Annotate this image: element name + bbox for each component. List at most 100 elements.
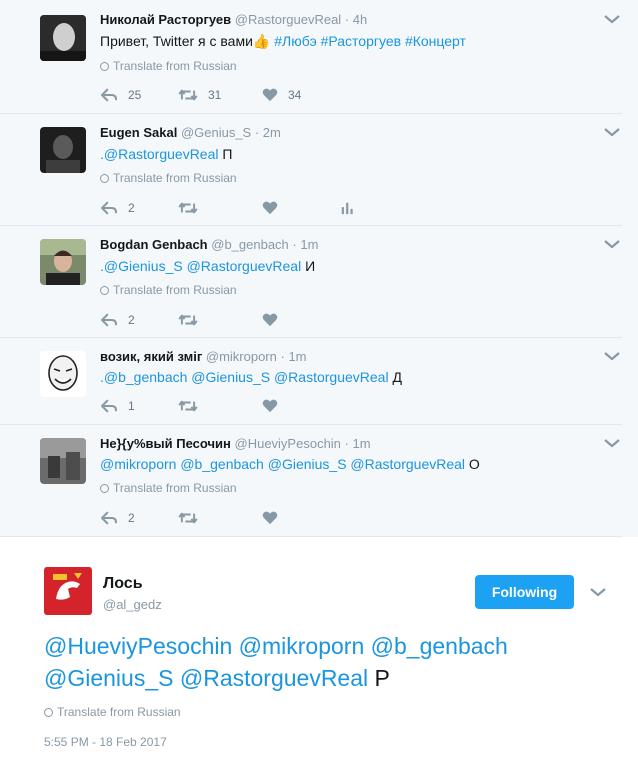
retweet-icon bbox=[178, 313, 198, 327]
translate-link[interactable]: Translate from Russian bbox=[100, 283, 237, 297]
avatar[interactable] bbox=[40, 239, 86, 285]
reply-count: 25 bbox=[128, 88, 142, 102]
tweet-text-line2: @Gienius_S @RastorguevReal Р bbox=[44, 665, 390, 692]
retweet-button[interactable]: 31 bbox=[178, 86, 221, 104]
chevron-down-icon[interactable] bbox=[602, 12, 622, 26]
display-name[interactable]: Николай Расторгуев bbox=[100, 12, 231, 27]
translate-label: Translate from Russian bbox=[113, 283, 237, 297]
stats-icon bbox=[340, 201, 354, 215]
translate-label: Translate from Russian bbox=[113, 59, 237, 73]
avatar[interactable] bbox=[40, 438, 86, 484]
display-name[interactable]: Bogdan Genbach bbox=[100, 237, 208, 252]
tweet-text-plain: П bbox=[218, 146, 233, 162]
retweet-count: 31 bbox=[208, 88, 222, 102]
globe-icon bbox=[100, 484, 109, 493]
screen-name[interactable]: @RastorguevReal bbox=[235, 12, 341, 27]
reply-icon bbox=[100, 88, 118, 102]
translate-label: Translate from Russian bbox=[113, 481, 237, 495]
tweet[interactable]: возик, який зміг @mikroporn · 1m .@b_gen… bbox=[0, 338, 622, 425]
tweet-text: .@b_genbach @Gienius_S @RastorguevReal Д bbox=[100, 369, 402, 385]
timestamp[interactable]: 4h bbox=[353, 12, 367, 27]
timestamp[interactable]: 1m bbox=[352, 436, 370, 451]
retweet-icon bbox=[178, 399, 198, 413]
separator: · bbox=[276, 349, 289, 364]
translate-label: Translate from Russian bbox=[57, 705, 181, 719]
retweet-icon bbox=[178, 201, 198, 215]
hashtags[interactable]: #Любэ #Расторгуев #Концерт bbox=[274, 33, 466, 49]
mentions[interactable]: @HueviyPesochin @mikroporn @b_genbach bbox=[44, 633, 508, 659]
like-button[interactable] bbox=[262, 397, 278, 415]
screen-name[interactable]: @mikroporn bbox=[206, 349, 277, 364]
mentions[interactable]: @Gienius_S @RastorguevReal bbox=[44, 665, 368, 691]
mentions[interactable]: .@Gienius_S @RastorguevReal bbox=[100, 258, 301, 274]
globe-icon bbox=[100, 174, 109, 183]
display-name[interactable]: Eugen Sakal bbox=[100, 125, 177, 140]
tweet[interactable]: Не}{у%вый Песочин @HueviyPesochin · 1m @… bbox=[0, 425, 622, 537]
tweet[interactable]: Bogdan Genbach @b_genbach · 1m .@Gienius… bbox=[0, 226, 622, 338]
heart-icon bbox=[262, 511, 278, 525]
avatar[interactable] bbox=[44, 567, 92, 615]
reply-icon bbox=[100, 399, 118, 413]
chevron-down-icon[interactable] bbox=[588, 585, 608, 599]
chevron-down-icon[interactable] bbox=[602, 349, 622, 363]
retweet-button[interactable] bbox=[178, 199, 198, 217]
like-button[interactable]: 34 bbox=[262, 86, 301, 104]
reply-button[interactable]: 2 bbox=[100, 509, 135, 527]
like-button[interactable] bbox=[262, 199, 278, 217]
reply-count: 2 bbox=[128, 201, 135, 215]
tweet-text: @mikroporn @b_genbach @Gienius_S @Rastor… bbox=[100, 456, 480, 472]
screen-name[interactable]: @HueviyPesochin bbox=[235, 436, 341, 451]
separator: · bbox=[251, 125, 263, 140]
reply-button[interactable]: 2 bbox=[100, 199, 135, 217]
reply-button[interactable]: 1 bbox=[100, 397, 135, 415]
chevron-down-icon[interactable] bbox=[602, 125, 622, 139]
translate-link[interactable]: Translate from Russian bbox=[44, 705, 181, 719]
tweet-header: Николай Расторгуев @RastorguevReal · 4h bbox=[100, 12, 367, 27]
mentions[interactable]: @mikroporn @b_genbach @Gienius_S @Rastor… bbox=[100, 456, 465, 472]
tweet-timestamp[interactable]: 5:55 PM - 18 Feb 2017 bbox=[44, 735, 167, 749]
tweet-text-plain: О bbox=[465, 456, 480, 472]
avatar[interactable] bbox=[40, 15, 86, 61]
display-name[interactable]: Лось bbox=[103, 575, 143, 593]
tweet-text: .@RastorguevReal П bbox=[100, 146, 232, 162]
like-button[interactable] bbox=[262, 509, 278, 527]
tweet-text-plain: Привет, Twitter я с вами👍 bbox=[100, 33, 275, 49]
chevron-down-icon[interactable] bbox=[602, 436, 622, 450]
retweet-button[interactable] bbox=[178, 397, 198, 415]
chevron-down-icon[interactable] bbox=[602, 237, 622, 251]
screen-name[interactable]: @Genius_S bbox=[181, 125, 251, 140]
tweet-text: Привет, Twitter я с вами👍 #Любэ #Расторг… bbox=[100, 33, 466, 50]
like-count: 34 bbox=[288, 88, 302, 102]
avatar[interactable] bbox=[40, 351, 86, 397]
reply-icon bbox=[100, 511, 118, 525]
translate-link[interactable]: Translate from Russian bbox=[100, 481, 237, 495]
like-button[interactable] bbox=[262, 311, 278, 329]
avatar[interactable] bbox=[40, 127, 86, 173]
display-name[interactable]: Не}{у%вый Песочин bbox=[100, 436, 231, 451]
heart-icon bbox=[262, 88, 278, 102]
reply-icon bbox=[100, 201, 118, 215]
mentions[interactable]: .@RastorguevReal bbox=[100, 146, 219, 162]
reply-button[interactable]: 25 bbox=[100, 86, 141, 104]
tweet-text-plain: Р bbox=[368, 665, 390, 691]
tweet[interactable]: Eugen Sakal @Genius_S · 2m .@RastorguevR… bbox=[0, 114, 622, 226]
tweet-header: возик, який зміг @mikroporn · 1m bbox=[100, 349, 307, 364]
screen-name[interactable]: @b_genbach bbox=[211, 237, 289, 252]
timestamp[interactable]: 1m bbox=[288, 349, 306, 364]
screen-name[interactable]: @al_gedz bbox=[103, 597, 162, 612]
timestamp[interactable]: 1m bbox=[300, 237, 318, 252]
heart-icon bbox=[262, 313, 278, 327]
mentions[interactable]: .@b_genbach @Gienius_S @RastorguevReal bbox=[100, 369, 389, 385]
timestamp[interactable]: 2m bbox=[263, 125, 281, 140]
heart-icon bbox=[262, 201, 278, 215]
reply-button[interactable]: 2 bbox=[100, 311, 135, 329]
analytics-button[interactable] bbox=[340, 199, 354, 217]
retweet-button[interactable] bbox=[178, 509, 198, 527]
display-name[interactable]: возик, який зміг bbox=[100, 349, 202, 364]
retweet-button[interactable] bbox=[178, 311, 198, 329]
following-button[interactable]: Following bbox=[475, 575, 574, 609]
tweet-text: .@Gienius_S @RastorguevReal И bbox=[100, 258, 315, 274]
translate-link[interactable]: Translate from Russian bbox=[100, 59, 237, 73]
tweet[interactable]: Николай Расторгуев @RastorguevReal · 4h … bbox=[0, 0, 622, 114]
translate-link[interactable]: Translate from Russian bbox=[100, 171, 237, 185]
